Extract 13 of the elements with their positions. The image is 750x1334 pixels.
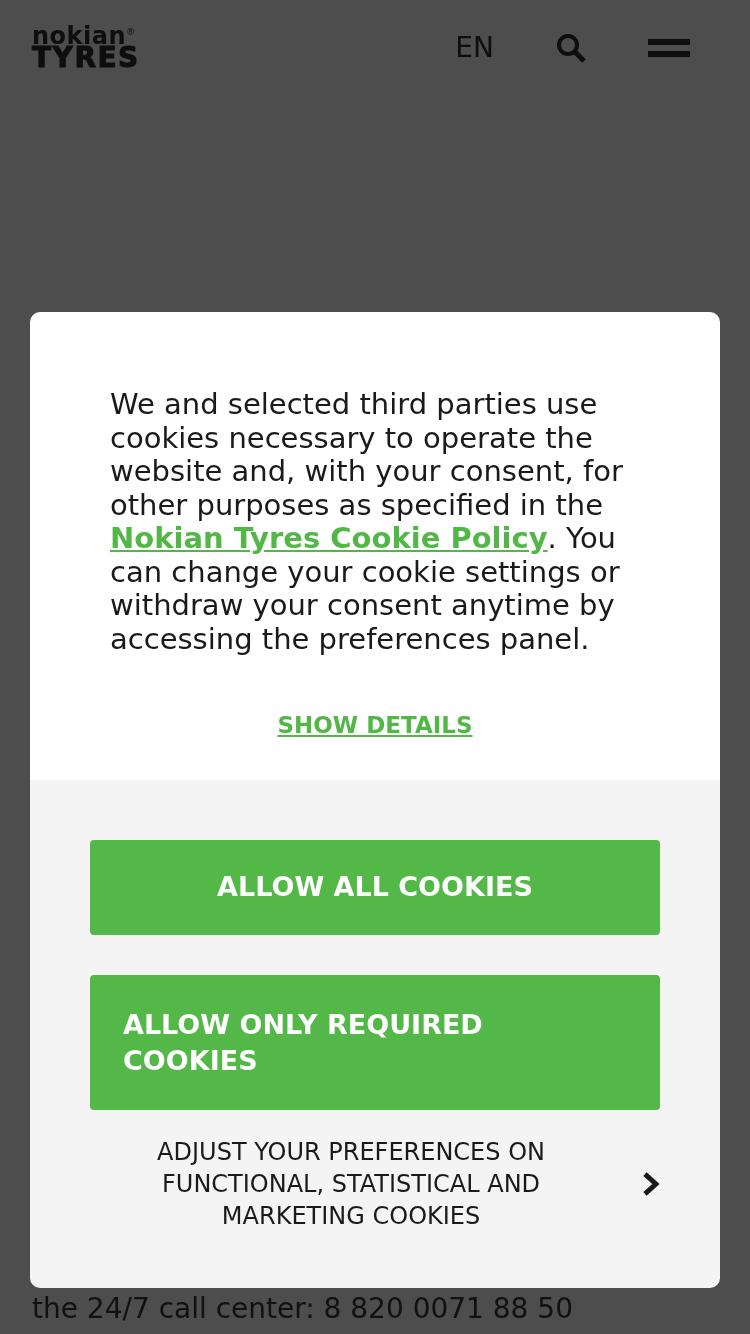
logo-text: TYRES bbox=[32, 45, 140, 70]
search-icon[interactable] bbox=[556, 33, 586, 63]
logo-text: nokian$^{®}$ bbox=[32, 26, 137, 46]
page-text: the 24/7 call center: 8 820 0071 88 50 bbox=[32, 1294, 574, 1324]
adjust-preferences-link[interactable]: ADJUST YOUR PREFERENCES ON FUNCTIONAL, STATISTICAL AND MARKETING COOKIES bbox=[90, 1136, 660, 1232]
language-selector[interactable]: EN bbox=[455, 34, 494, 62]
cookie-policy-link[interactable]: Nokian Tyres Cookie Policy bbox=[110, 521, 548, 555]
menu-icon[interactable] bbox=[648, 39, 690, 57]
allow-all-cookies-button[interactable]: ALLOW ALL COOKIES bbox=[90, 840, 660, 935]
consent-message: We and selected third parties use cookies necessary to operate the website and, with your consent, for other purposes as specified in the Nokian Tyres Cookie Policy. You can change your cookie settings or withdraw your consent anytime by accessing the preferences panel. bbox=[110, 388, 624, 656]
show-details-link[interactable]: SHOW DETAILS bbox=[277, 712, 473, 738]
allow-required-cookies-button[interactable]: ALLOW ONLY REQUIRED COOKIES bbox=[90, 975, 660, 1110]
chevron-right-icon bbox=[642, 1172, 660, 1196]
